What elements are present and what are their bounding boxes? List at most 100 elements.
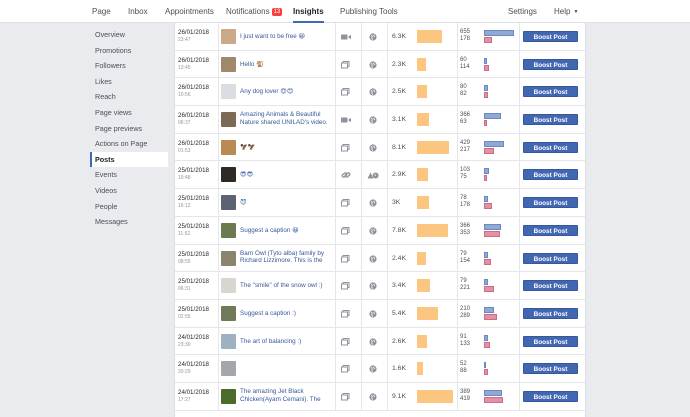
sidebar-item-videos[interactable]: Videos [90,183,168,199]
sidebar-item-reach[interactable]: Reach [90,89,168,105]
engagement-clicks-value: 103 [460,167,471,174]
post-thumbnail[interactable] [221,84,236,100]
boost-post-button[interactable]: Boost Post [523,307,578,319]
sidebar-item-page-previews[interactable]: Page previews [90,121,168,137]
engagement-reactions-value: 75 [460,174,467,181]
sidebar-item-events[interactable]: Events [90,167,168,183]
post-text-link[interactable]: 😈 [240,199,330,207]
engagement-reactions-value: 178 [460,202,471,209]
post-text-link[interactable]: 😎😎 [240,171,330,179]
nav-notifications[interactable]: Notifications 13 [226,0,283,23]
table-row[interactable]: 25/01/2018 19:48 😎😎 2.9K 103 75 Boost Post [175,161,585,190]
nav-appointments[interactable]: Appointments [165,0,214,23]
table-row[interactable]: 25/01/2018 08:55 Barn Owl (Tyto alba) fami… [175,244,585,273]
boost-post-button[interactable]: Boost Post [523,390,578,402]
column-divider [335,244,336,272]
nav-settings[interactable]: Settings [508,0,537,23]
post-date: 25/01/2018 [178,305,209,313]
table-row[interactable]: 25/01/2018 02:55 Suggest a caption :) 5.4K 2… [175,299,585,328]
sidebar-item-posts[interactable]: Posts [90,151,168,168]
table-row[interactable]: 25/01/2018 11:52 Suggest a caption 😀 7.8K 36… [175,216,585,245]
boost-post-button[interactable]: Boost Post [523,280,578,292]
table-row[interactable]: 26/01/2018 23:47 I just want to be free 😀 6… [175,23,585,51]
post-thumbnail[interactable] [221,139,236,155]
table-row[interactable]: 26/01/2018 01:53 🦅🦅 8.1K 429 217 Boost Post [175,133,585,162]
post-text-link[interactable]: Barn Owl (Tyto alba) family by Richard L… [240,250,330,265]
post-text-link[interactable]: I just want to be free 😀 [240,33,330,41]
boost-post-button[interactable]: Boost Post [523,58,578,70]
engagement-clicks-bar [484,113,501,120]
table-row[interactable]: 26/01/2018 06:37 Amazing Animals & Beautif… [175,106,585,134]
table-row[interactable]: 24/01/2018 17:27 The amazing Jet Black Chi… [175,382,585,411]
sidebar-item-likes[interactable]: Likes [90,74,168,90]
post-thumbnail[interactable] [221,250,236,266]
boost-post-button[interactable]: Boost Post [523,31,578,42]
engagement-reactions-value: 289 [460,312,471,319]
post-date: 25/01/2018 [178,195,209,203]
reach-value: 2.6K [392,337,406,345]
post-time: 01:53 [178,147,191,154]
sidebar-item-followers[interactable]: Followers [90,58,168,74]
globe-icon [367,254,379,264]
boost-post-button[interactable]: Boost Post [523,224,578,236]
boost-post-button[interactable]: Boost Post [523,86,578,98]
boost-post-button[interactable]: Boost Post [523,141,578,153]
post-thumbnail[interactable] [221,388,236,404]
sidebar-item-actions-on-page[interactable]: Actions on Page [90,136,168,152]
post-date: 25/01/2018 [178,278,209,286]
nav-publishing-tools[interactable]: Publishing Tools [340,0,398,23]
nav-help[interactable]: Help ▼ [554,0,578,23]
boost-post-button[interactable]: Boost Post [523,335,578,347]
column-divider [335,50,336,78]
column-divider [218,216,219,244]
boost-post-button[interactable]: Boost Post [523,197,578,209]
table-row[interactable]: 24/01/2018 23:30 The art of balancing :) 2.… [175,327,585,356]
nav-inbox[interactable]: Inbox [128,0,148,23]
sidebar-item-page-views[interactable]: Page views [90,105,168,121]
post-text-link[interactable]: 🦅🦅 [240,144,330,152]
table-row[interactable]: 26/01/2018 10:56 Any dog lover 😍😍 2.5K 80 82 B… [175,78,585,107]
post-text-link[interactable]: Suggest a caption 😀 [240,227,330,235]
post-text-link[interactable]: The amazing Jet Black Chicken(Ayam Ceman… [240,388,330,403]
post-thumbnail[interactable] [221,56,236,72]
column-divider [387,23,388,50]
reach-bar [417,140,449,154]
table-row[interactable]: 26/01/2018 13:45 Hello 🐒 2.3K 60 114 Boost Pos… [175,50,585,79]
boost-post-button[interactable]: Boost Post [523,363,578,375]
post-thumbnail[interactable] [221,222,236,238]
sidebar-item-overview[interactable]: Overview [90,27,168,43]
table-row[interactable]: 25/01/2018 06:31 The "smile" of the snow o… [175,272,585,300]
column-divider [519,244,520,272]
post-thumbnail[interactable] [221,112,236,128]
post-text-link[interactable]: Amazing Animals & Beautiful Nature share… [240,111,330,126]
sidebar-item-people[interactable]: People [90,199,168,215]
globe-icon [367,226,379,236]
post-thumbnail[interactable] [221,333,236,349]
post-thumbnail[interactable] [221,29,236,44]
post-text-link[interactable]: Hello 🐒 [240,61,330,69]
boost-post-button[interactable]: Boost Post [523,169,578,181]
gallery-icon [340,143,352,153]
boost-post-button[interactable]: Boost Post [523,114,578,126]
insights-sidebar: Overview Promotions Followers Likes Reach Pag… [90,27,168,230]
table-row[interactable]: 24/01/2018 20:29 1.6K 52 88 Boost Post [175,355,585,383]
nav-insights[interactable]: Insights [293,0,324,23]
post-thumbnail[interactable] [221,278,236,294]
reach-bar [417,113,429,127]
boost-post-button[interactable]: Boost Post [523,252,578,264]
table-row[interactable]: 25/01/2018 16:12 😈 3K 78 178 Boost Post [175,189,585,217]
column-divider [457,78,458,106]
post-text-link[interactable]: The "smile" of the snow owl :) [240,282,330,290]
post-thumbnail[interactable] [221,305,236,321]
nav-page[interactable]: Page [92,0,111,23]
column-divider [457,161,458,189]
post-thumbnail[interactable] [221,195,236,211]
post-text-link[interactable]: Any dog lover 😍😍 [240,88,330,96]
sidebar-item-promotions[interactable]: Promotions [90,43,168,59]
post-text-link[interactable]: Suggest a caption :) [240,310,330,318]
post-thumbnail[interactable] [221,167,236,183]
sidebar-item-messages[interactable]: Messages [90,214,168,230]
reach-value: 3K [392,199,401,207]
post-text-link[interactable]: The art of balancing :) [240,338,330,346]
post-thumbnail[interactable] [221,361,236,377]
